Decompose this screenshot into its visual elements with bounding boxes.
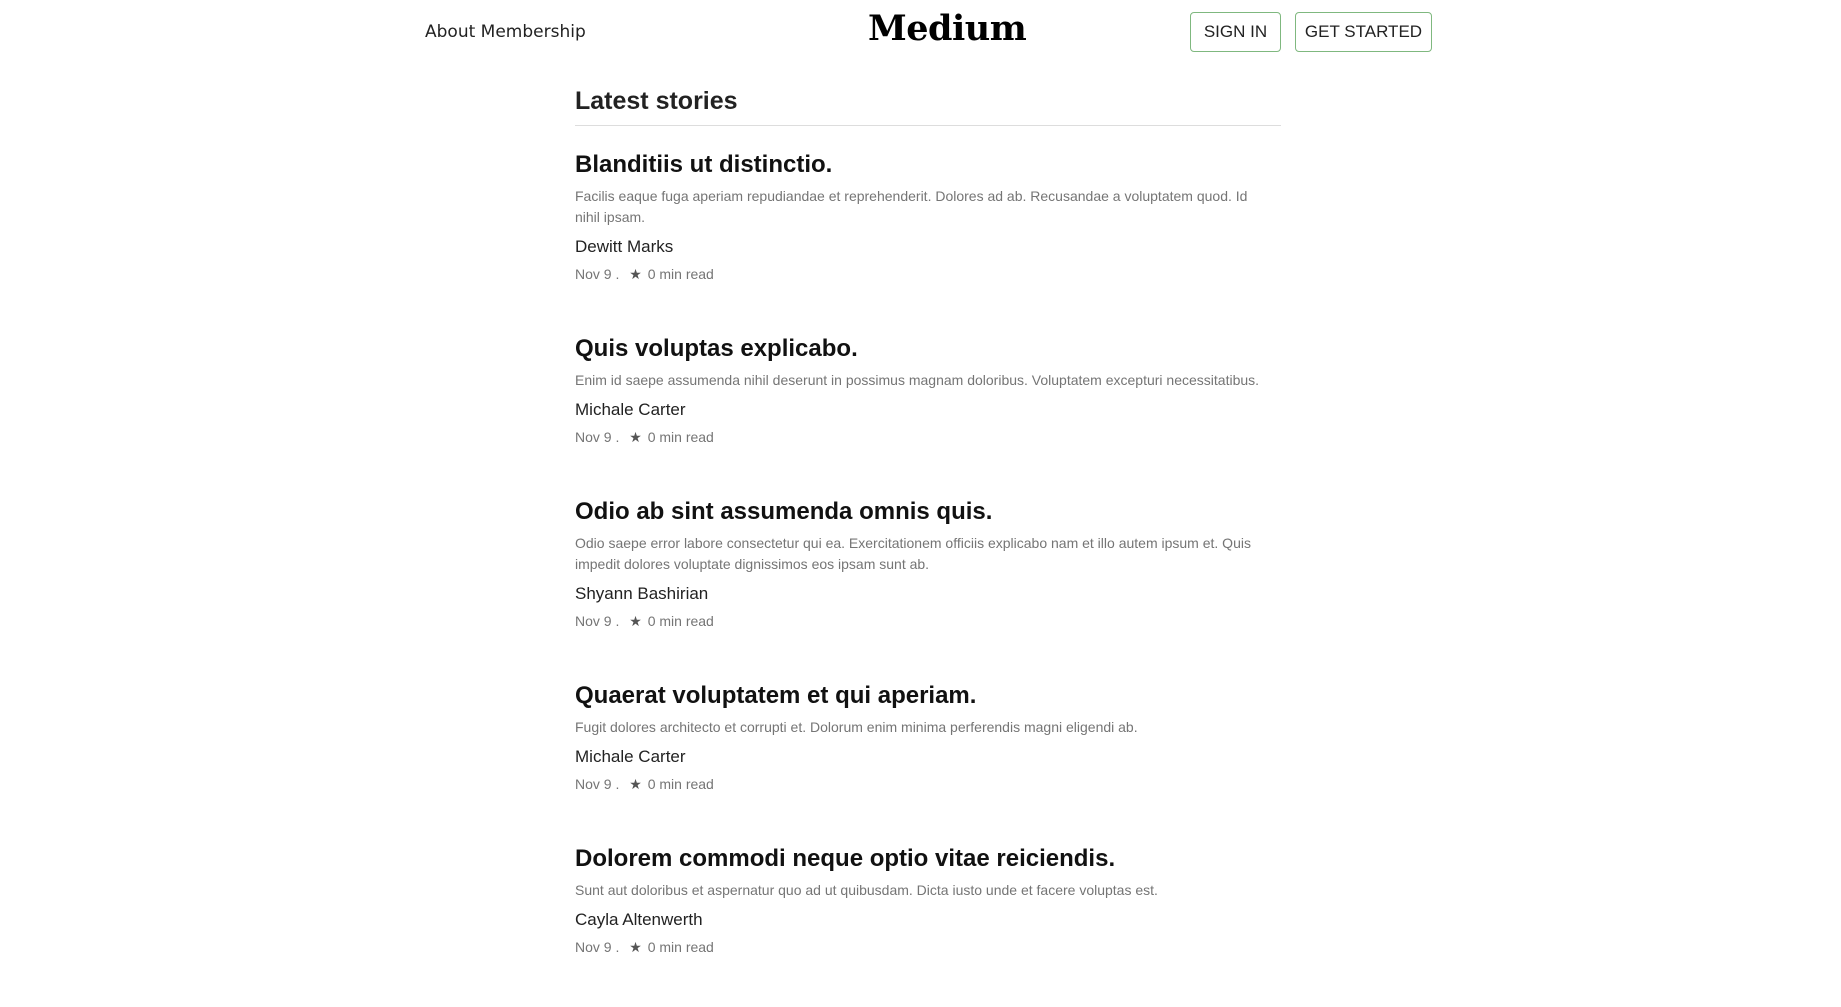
story-excerpt: Facilis eaque fuga aperiam repudiandae e… [575,188,1248,225]
story-card[interactable]: Quaerat voluptatem et qui aperiam. Fugit… [575,681,1281,794]
story-excerpt: Sunt aut doloribus et aspernatur quo ad … [575,882,1158,898]
medium-logo[interactable]: Medium [868,8,1027,49]
story-read-time: 0 min read [647,776,714,792]
story-author[interactable]: Michale Carter [575,399,1281,421]
story-date: Nov 9 . [575,939,620,955]
story-meta: Nov 9 . ★ 0 min read [575,264,1281,284]
story-excerpt: Enim id saepe assumenda nihil deserunt i… [575,372,1260,388]
get-started-button[interactable]: GET STARTED [1295,12,1432,52]
story-card[interactable]: Dolorem commodi neque optio vitae reicie… [575,844,1281,957]
story-date: Nov 9 . [575,429,620,445]
section-title: Latest stories [575,86,1281,126]
star-icon: ★ [629,776,642,792]
star-icon: ★ [629,613,642,629]
story-card[interactable]: Blanditiis ut distinctio. Facilis eaque … [575,150,1281,284]
star-icon: ★ [629,429,642,445]
story-title[interactable]: Dolorem commodi neque optio vitae reicie… [575,844,1281,874]
story-author[interactable]: Shyann Bashirian [575,583,1281,605]
story-meta: Nov 9 . ★ 0 min read [575,937,1281,957]
story-date: Nov 9 . [575,776,620,792]
story-author[interactable]: Cayla Altenwerth [575,909,1281,931]
story-card[interactable]: Quis voluptas explicabo. Enim id saepe a… [575,334,1281,447]
story-author[interactable]: Michale Carter [575,746,1281,768]
story-author[interactable]: Dewitt Marks [575,236,1281,258]
story-title[interactable]: Odio ab sint assumenda omnis quis. [575,497,1281,527]
story-title[interactable]: Quis voluptas explicabo. [575,334,1281,364]
story-read-time: 0 min read [647,613,714,629]
story-date: Nov 9 . [575,266,620,282]
stories-feed: Latest stories Blanditiis ut distinctio.… [575,82,1281,1007]
star-icon: ★ [629,266,642,282]
story-card[interactable]: Odio ab sint assumenda omnis quis. Odio … [575,497,1281,631]
sign-in-button[interactable]: SIGN IN [1190,12,1281,52]
story-read-time: 0 min read [647,266,714,282]
story-excerpt: Fugit dolores architecto et corrupti et.… [575,719,1138,735]
story-excerpt: Odio saepe error labore consectetur qui … [575,535,1251,572]
story-meta: Nov 9 . ★ 0 min read [575,427,1281,447]
story-title[interactable]: Blanditiis ut distinctio. [575,150,1281,180]
story-date: Nov 9 . [575,613,620,629]
story-read-time: 0 min read [647,429,714,445]
story-read-time: 0 min read [647,939,714,955]
star-icon: ★ [629,939,642,955]
story-title[interactable]: Quaerat voluptatem et qui aperiam. [575,681,1281,711]
story-meta: Nov 9 . ★ 0 min read [575,611,1281,631]
story-meta: Nov 9 . ★ 0 min read [575,774,1281,794]
top-navigation-bar: About Membership Medium SIGN IN GET STAR… [0,0,1841,64]
about-membership-link[interactable]: About Membership [425,22,586,42]
